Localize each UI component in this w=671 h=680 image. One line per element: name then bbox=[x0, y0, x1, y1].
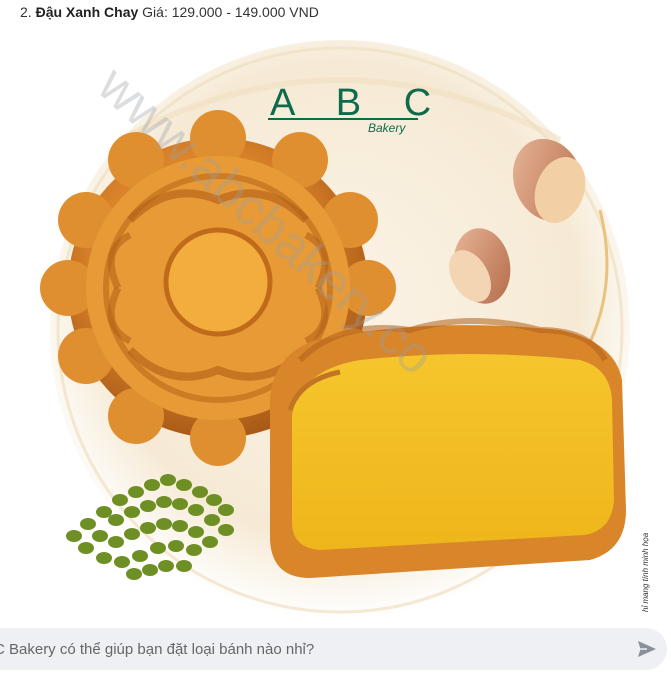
chat-input-bar bbox=[0, 628, 667, 670]
chat-message-input[interactable] bbox=[0, 628, 610, 670]
send-icon[interactable] bbox=[635, 637, 659, 661]
illustration-caption: hỉ mang tính minh họa bbox=[641, 532, 650, 612]
product-promo-image: A B C Bakery www.abcbakery.co hỉ mang tí… bbox=[0, 30, 671, 622]
logo-subtitle: Bakery bbox=[368, 121, 406, 135]
product-heading: 2. Đậu Xanh Chay Giá: 129.000 - 149.000 … bbox=[20, 4, 319, 20]
cut-mooncake-illustration bbox=[269, 318, 626, 578]
product-index: 2. bbox=[20, 4, 32, 20]
product-name: Đậu Xanh Chay bbox=[35, 4, 139, 20]
logo-letters: A B C bbox=[270, 82, 447, 124]
product-price: Giá: 129.000 - 149.000 VND bbox=[142, 4, 319, 20]
